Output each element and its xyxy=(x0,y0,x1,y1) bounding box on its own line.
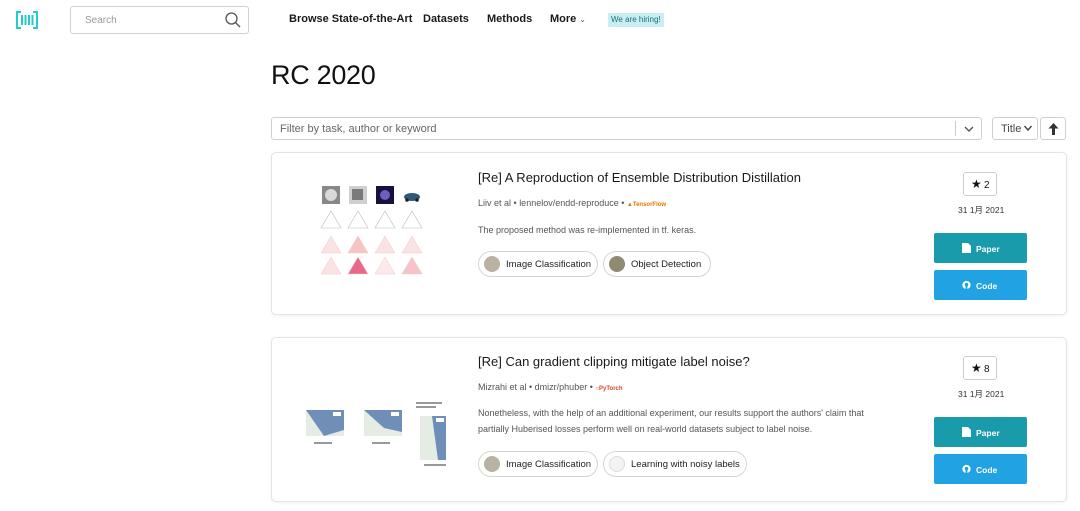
framework-badge: ▲TensorFlow xyxy=(626,202,667,208)
paper-date: 31 1月 2021 xyxy=(958,389,1005,399)
paper-authors: Mizrahi et al xyxy=(478,382,527,392)
star-icon: ★ xyxy=(971,177,982,191)
task-tag-label: Object Detection xyxy=(631,259,702,270)
nav-link-datasets[interactable]: Datasets xyxy=(423,13,469,25)
sort-select[interactable]: Title xyxy=(992,117,1038,140)
star-icon: ★ xyxy=(971,361,982,375)
paper-title[interactable]: [Re] A Reproduction of Ensemble Distribu… xyxy=(478,170,801,185)
page-title: RC 2020 xyxy=(271,60,376,90)
task-tag-image-classification[interactable]: Image Classification xyxy=(478,251,598,277)
framework-label: PyTorch xyxy=(598,386,623,392)
github-icon xyxy=(962,464,971,474)
paper-abstract: Nonetheless, with the help of an additio… xyxy=(478,408,864,434)
file-icon xyxy=(962,427,971,437)
task-tag-label: Image Classification xyxy=(506,459,592,470)
chevron-down-icon[interactable] xyxy=(962,122,976,136)
code-button-label: Code xyxy=(976,465,998,475)
paper-card: [Re] Can gradient clipping mitigate labe… xyxy=(271,337,1067,502)
paper-repo-link[interactable]: dmizr/phuber xyxy=(535,382,588,392)
sort-select-value: Title xyxy=(1001,123,1022,135)
paper-meta: Mizrahi et al • dmizr/phuber • ○PyTorch xyxy=(478,382,623,392)
hiring-badge[interactable]: We are hiring! xyxy=(608,13,664,27)
code-button[interactable]: Code xyxy=(934,270,1027,300)
task-tag-learning-with-noisy-labels[interactable]: Learning with noisy labels xyxy=(603,451,747,477)
search-input[interactable] xyxy=(71,7,221,33)
paper-button[interactable]: Paper xyxy=(934,417,1027,447)
filter-divider xyxy=(955,121,956,136)
task-image-icon xyxy=(484,256,500,272)
nav-link-more[interactable]: More ⌄ xyxy=(550,13,586,25)
task-tag-image-classification[interactable]: Image Classification xyxy=(478,451,598,477)
task-tag-label: Image Classification xyxy=(506,259,592,270)
task-image-icon xyxy=(609,256,625,272)
paper-thumbnail[interactable] xyxy=(286,358,446,468)
nav-more-label: More xyxy=(550,13,577,25)
star-count[interactable]: ★ 2 xyxy=(963,172,997,196)
filter-box[interactable] xyxy=(271,117,982,140)
paper-button-label: Paper xyxy=(976,428,1000,438)
paper-meta: Liiv et al • lennelov/endd-reproduce • ▲… xyxy=(478,198,667,208)
chevron-down-icon xyxy=(1023,125,1033,132)
task-image-icon xyxy=(609,456,625,472)
paper-button-label: Paper xyxy=(976,244,1000,254)
paper-abstract: The proposed method was re-implemented i… xyxy=(478,225,697,235)
search-box[interactable] xyxy=(70,6,249,34)
paper-title[interactable]: [Re] Can gradient clipping mitigate labe… xyxy=(478,354,750,369)
filter-input[interactable] xyxy=(272,118,952,139)
paper-card: [Re] A Reproduction of Ensemble Distribu… xyxy=(271,152,1067,315)
nav-link-methods[interactable]: Methods xyxy=(487,13,532,25)
paper-date: 31 1月 2021 xyxy=(958,205,1005,215)
nav-link-browse-sota[interactable]: Browse State-of-the-Art xyxy=(289,13,412,25)
code-button[interactable]: Code xyxy=(934,454,1027,484)
chevron-down-icon: ⌄ xyxy=(579,15,586,24)
github-icon xyxy=(962,280,971,290)
star-count[interactable]: ★ 8 xyxy=(963,356,997,380)
top-navbar: Browse State-of-the-Art Datasets Methods… xyxy=(0,0,1080,40)
code-button-label: Code xyxy=(976,281,998,291)
paper-thumbnail[interactable] xyxy=(286,173,446,283)
sort-arrow-up-icon xyxy=(1048,123,1059,135)
framework-label: TensorFlow xyxy=(632,202,667,208)
paper-authors: Liiv et al xyxy=(478,198,512,208)
sort-direction-button[interactable] xyxy=(1040,117,1066,140)
task-tag-label: Learning with noisy labels xyxy=(631,459,740,470)
task-tag-object-detection[interactable]: Object Detection xyxy=(603,251,711,277)
framework-badge: ○PyTorch xyxy=(595,386,623,392)
logo-icon[interactable] xyxy=(16,11,38,29)
search-icon[interactable] xyxy=(224,11,242,29)
star-count-value: 2 xyxy=(984,180,990,191)
file-icon xyxy=(962,243,971,253)
paper-button[interactable]: Paper xyxy=(934,233,1027,263)
paper-repo-link[interactable]: lennelov/endd-reproduce xyxy=(519,198,619,208)
star-count-value: 8 xyxy=(984,364,990,375)
task-image-icon xyxy=(484,456,500,472)
